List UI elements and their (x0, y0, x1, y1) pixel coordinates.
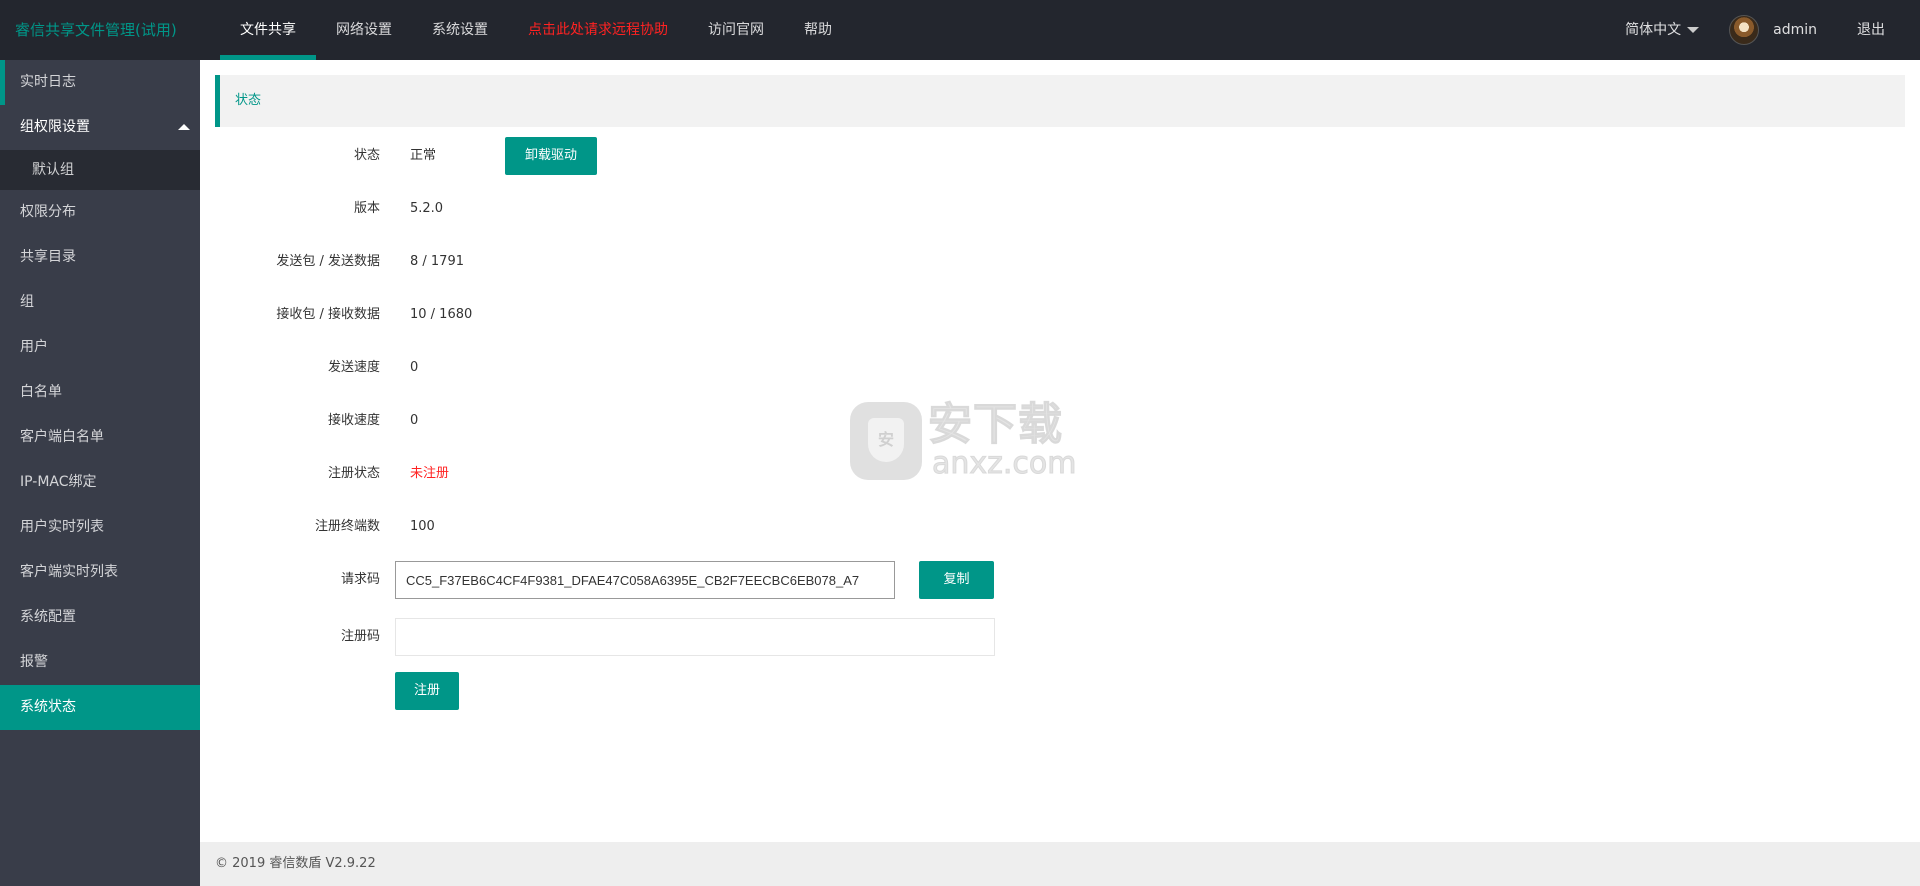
user-menu[interactable]: admin (1719, 0, 1837, 60)
top-header: 睿信共享文件管理(试用) 文件共享 网络设置 系统设置 点击此处请求远程协助 访… (0, 0, 1920, 60)
copy-button[interactable]: 复制 (919, 561, 994, 599)
username: admin (1773, 22, 1817, 38)
sidebar-item-shared-dirs[interactable]: 共享目录 (0, 235, 200, 280)
version-row: 版本 5.2.0 (200, 194, 1900, 224)
nav-file-share[interactable]: 文件共享 (220, 0, 316, 60)
sidebar-item-client-whitelist[interactable]: 客户端白名单 (0, 415, 200, 460)
reg-code-input[interactable] (395, 618, 995, 656)
sidebar-item-group-permissions[interactable]: 组权限设置 (0, 105, 200, 150)
uninstall-driver-button[interactable]: 卸载驱动 (505, 137, 597, 175)
page-title: 状态 (215, 75, 1905, 127)
send-packets-value: 8 / 1791 (410, 254, 464, 269)
register-button[interactable]: 注册 (395, 672, 459, 710)
nav-network-settings[interactable]: 网络设置 (316, 0, 412, 60)
recv-packets-row: 接收包 / 接收数据 10 / 1680 (200, 300, 1900, 330)
status-value: 正常 (410, 148, 437, 163)
request-code-input[interactable] (395, 561, 895, 599)
nav-official-site[interactable]: 访问官网 (688, 0, 784, 60)
sidebar-item-system-status[interactable]: 系统状态 (0, 685, 200, 730)
sidebar: 实时日志 组权限设置 默认组 权限分布 共享目录 组 用户 白名单 客户端白名单… (0, 60, 200, 886)
nav-help[interactable]: 帮助 (784, 0, 852, 60)
sidebar-item-groups[interactable]: 组 (0, 280, 200, 325)
send-packets-label: 发送包 / 发送数据 (276, 254, 380, 269)
recv-packets-label: 接收包 / 接收数据 (276, 307, 380, 322)
send-speed-value: 0 (410, 360, 419, 375)
nav-system-settings[interactable]: 系统设置 (412, 0, 508, 60)
chevron-up-icon (178, 124, 190, 130)
sidebar-item-label: 组权限设置 (20, 119, 90, 135)
reg-terminals-value: 100 (410, 519, 435, 534)
reg-terminals-row: 注册终端数 100 (200, 512, 1900, 542)
version-label: 版本 (353, 201, 380, 216)
header-right: 简体中文 admin 退出 (1605, 0, 1920, 60)
send-speed-label: 发送速度 (327, 360, 380, 375)
sidebar-item-system-config[interactable]: 系统配置 (0, 595, 200, 640)
nav-remote-assist[interactable]: 点击此处请求远程协助 (508, 0, 688, 60)
recv-speed-value: 0 (410, 413, 419, 428)
recv-packets-value: 10 / 1680 (410, 307, 473, 322)
send-speed-row: 发送速度 0 (200, 353, 1900, 383)
sidebar-submenu: 默认组 (0, 150, 200, 190)
sidebar-item-permission-distribution[interactable]: 权限分布 (0, 190, 200, 235)
avatar (1729, 15, 1760, 45)
chevron-down-icon (1687, 27, 1700, 33)
recv-speed-label: 接收速度 (327, 413, 380, 428)
reg-status-value: 未注册 (410, 466, 450, 481)
version-value: 5.2.0 (410, 201, 444, 216)
send-packets-row: 发送包 / 发送数据 8 / 1791 (200, 247, 1900, 277)
status-row: 状态 正常 (200, 141, 1900, 171)
language-selector[interactable]: 简体中文 (1605, 0, 1719, 60)
sidebar-item-ip-mac-binding[interactable]: IP-MAC绑定 (0, 460, 200, 505)
sidebar-item-default-group[interactable]: 默认组 (0, 150, 200, 190)
sidebar-item-whitelist[interactable]: 白名单 (0, 370, 200, 415)
sidebar-item-user-realtime-list[interactable]: 用户实时列表 (0, 505, 200, 550)
top-nav: 文件共享 网络设置 系统设置 点击此处请求远程协助 访问官网 帮助 (220, 0, 852, 60)
sidebar-item-client-realtime-list[interactable]: 客户端实时列表 (0, 550, 200, 595)
language-label: 简体中文 (1625, 22, 1682, 38)
recv-speed-row: 接收速度 0 (200, 406, 1900, 436)
app-logo[interactable]: 睿信共享文件管理(试用) (15, 0, 177, 60)
reg-code-label: 注册码 (340, 629, 380, 644)
status-label: 状态 (353, 148, 380, 163)
reg-terminals-label: 注册终端数 (314, 519, 380, 534)
request-code-label: 请求码 (340, 572, 380, 587)
reg-status-label: 注册状态 (327, 466, 380, 481)
reg-status-row: 注册状态 未注册 (200, 459, 1900, 489)
sidebar-item-alarm[interactable]: 报警 (0, 640, 200, 685)
sidebar-item-realtime-log[interactable]: 实时日志 (0, 60, 200, 105)
footer: © 2019 睿信数盾 V2.9.22 (200, 842, 1920, 886)
sidebar-item-users[interactable]: 用户 (0, 325, 200, 370)
logout-link[interactable]: 退出 (1837, 0, 1920, 60)
main-content: 状态 状态 正常 卸载驱动 版本 5.2.0 发送包 / 发送数据 8 / 17… (200, 60, 1920, 841)
